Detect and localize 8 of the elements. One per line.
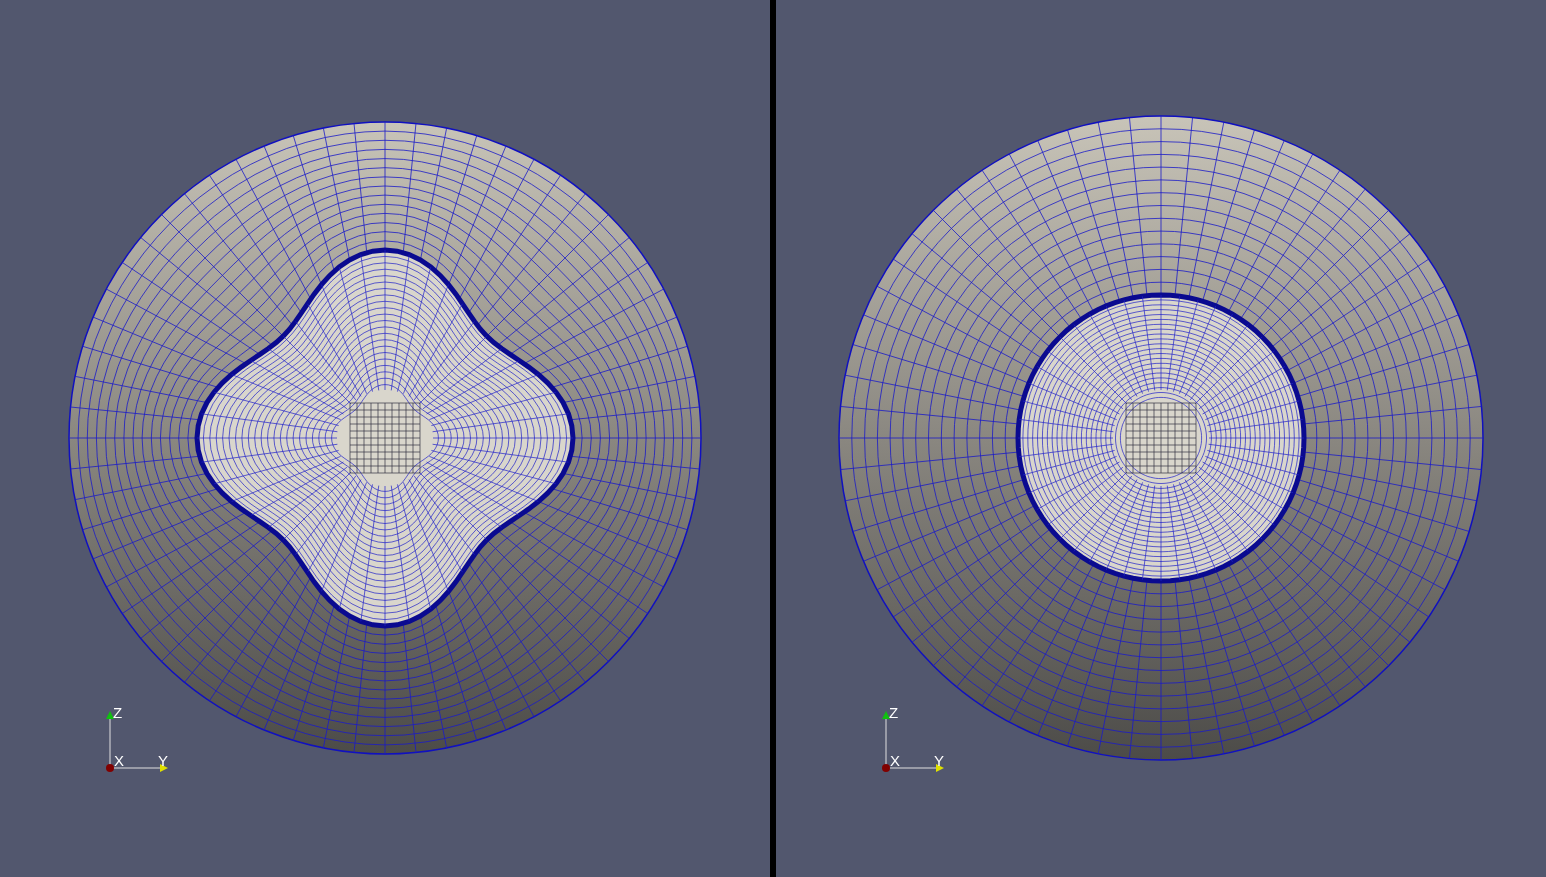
x-axis-label: X (890, 753, 900, 768)
z-axis-label: Z (889, 705, 899, 720)
y-axis-label: Y (934, 753, 944, 768)
z-axis-label: Z (113, 705, 123, 720)
render-viewport[interactable]: Z X Y (776, 0, 1546, 877)
y-axis-label: Y (158, 753, 168, 768)
render-viewport[interactable]: Z X Y (0, 0, 770, 877)
x-axis-label: X (114, 753, 124, 768)
